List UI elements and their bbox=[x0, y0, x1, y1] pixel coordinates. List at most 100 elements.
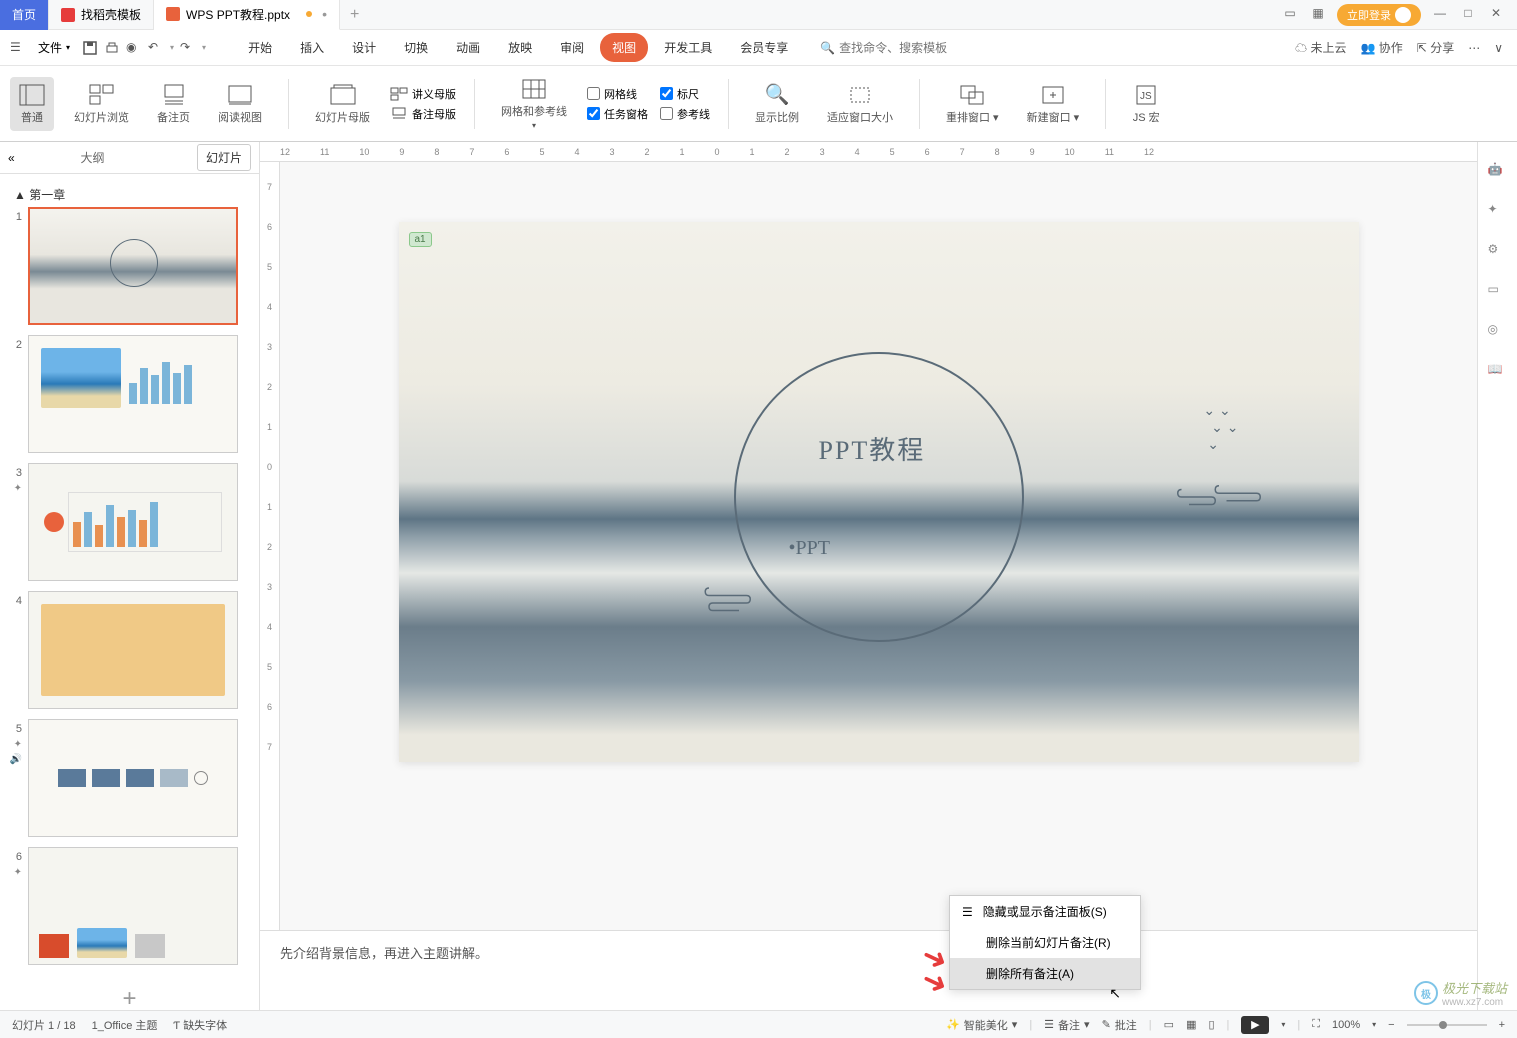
search-area[interactable]: 🔍 bbox=[820, 41, 959, 55]
view-normal-button[interactable]: 普通 bbox=[10, 77, 54, 131]
style-icon[interactable]: ✦ bbox=[1488, 202, 1508, 222]
reading-view-icon[interactable]: ▯ bbox=[1208, 1018, 1214, 1031]
menu-tab-插入[interactable]: 插入 bbox=[288, 33, 336, 62]
panel-icon: ☰ bbox=[962, 905, 973, 919]
cloud-decoration bbox=[1169, 482, 1269, 512]
zoom-button[interactable]: 🔍 显示比例 bbox=[747, 77, 807, 131]
file-menu[interactable]: 文件▾ bbox=[32, 35, 76, 60]
search-input[interactable] bbox=[839, 41, 959, 55]
tab-file[interactable]: WPS PPT教程.pptx • bbox=[154, 0, 340, 30]
sorter-view-icon[interactable]: ▦ bbox=[1186, 1018, 1196, 1031]
zoom-slider[interactable] bbox=[1407, 1024, 1487, 1026]
js-macro-button[interactable]: JS JS 宏 bbox=[1124, 77, 1168, 131]
grid-guides-button[interactable]: 网格和参考线▾ bbox=[493, 71, 575, 136]
slide-master-button[interactable]: 幻灯片母版 bbox=[307, 77, 378, 131]
menu-tab-视图[interactable]: 视图 bbox=[600, 33, 648, 62]
login-button[interactable]: 立即登录 bbox=[1337, 4, 1421, 26]
view-reading-button[interactable]: 阅读视图 bbox=[210, 77, 270, 131]
modified-dot bbox=[306, 11, 312, 17]
print-icon[interactable] bbox=[104, 40, 120, 56]
guides-checkbox[interactable]: 参考线 bbox=[660, 106, 710, 122]
theme-name[interactable]: 1_Office 主题 bbox=[92, 1017, 158, 1033]
slide-thumbnail-1[interactable]: 1 bbox=[8, 207, 251, 325]
ai-icon[interactable]: 🤖 bbox=[1488, 162, 1508, 182]
settings-icon[interactable]: ⚙ bbox=[1488, 242, 1508, 262]
more-icon[interactable]: ⋯ bbox=[1468, 41, 1480, 55]
arrange-windows-button[interactable]: 重排窗口 ▾ bbox=[938, 77, 1007, 131]
slideshow-button[interactable]: ▶ bbox=[1241, 1016, 1269, 1034]
close-window-button[interactable]: ✕ bbox=[1487, 6, 1505, 24]
zoom-out-button[interactable]: − bbox=[1388, 1019, 1394, 1031]
zoom-level[interactable]: 100% bbox=[1332, 1019, 1360, 1031]
slide-counter[interactable]: 幻灯片 1 / 18 bbox=[12, 1017, 76, 1033]
resource-icon[interactable]: ◎ bbox=[1488, 322, 1508, 342]
statusbar: 幻灯片 1 / 18 1_Office 主题 Ƭ 缺失字体 ✨ 智能美化 ▾ |… bbox=[0, 1010, 1517, 1038]
outline-tab[interactable]: 大纲 bbox=[72, 145, 112, 170]
slide-thumbnail-6[interactable]: 6✦ bbox=[8, 847, 251, 965]
tab-home[interactable]: 首页 bbox=[0, 0, 49, 30]
beautify-button[interactable]: ✨ 智能美化 ▾ bbox=[946, 1017, 1017, 1033]
collapse-panel-icon[interactable]: « bbox=[8, 151, 15, 165]
chapter-heading[interactable]: ▲ 第一章 bbox=[8, 182, 251, 207]
menu-tab-动画[interactable]: 动画 bbox=[444, 33, 492, 62]
slide-thumbnail-2[interactable]: 2 bbox=[8, 335, 251, 453]
menu-tab-开发工具[interactable]: 开发工具 bbox=[652, 33, 724, 62]
gridline-checkbox[interactable]: 网格线 bbox=[587, 86, 648, 102]
notes-toggle-button[interactable]: ☰ 备注 ▾ bbox=[1044, 1017, 1089, 1033]
menu-icon[interactable]: ☰ bbox=[10, 40, 26, 56]
expand-icon[interactable]: ∨ bbox=[1494, 41, 1503, 55]
missing-font-button[interactable]: Ƭ 缺失字体 bbox=[173, 1017, 227, 1033]
comments-toggle-button[interactable]: ✎ 批注 bbox=[1102, 1017, 1137, 1033]
add-slide-button[interactable]: + bbox=[8, 975, 251, 1010]
minimize-button[interactable]: — bbox=[1431, 6, 1449, 24]
close-icon[interactable]: • bbox=[322, 6, 327, 22]
undo-icon[interactable]: ↶ bbox=[148, 40, 164, 56]
handout-master-button[interactable]: 讲义母版 bbox=[390, 86, 456, 102]
view-browse-button[interactable]: 幻灯片浏览 bbox=[66, 77, 137, 131]
vertical-ruler: 765432101234567 bbox=[260, 162, 280, 930]
view-notes-button[interactable]: 备注页 bbox=[149, 77, 198, 131]
menu-tab-会员专享[interactable]: 会员专享 bbox=[728, 33, 800, 62]
ruler-checkbox[interactable]: 标尺 bbox=[660, 86, 710, 102]
slide-thumbnail-5[interactable]: 5✦🔊 bbox=[8, 719, 251, 837]
save-icon[interactable] bbox=[82, 40, 98, 56]
menu-tab-放映[interactable]: 放映 bbox=[496, 33, 544, 62]
toggle-notes-panel-item[interactable]: ☰ 隐藏或显示备注面板(S) bbox=[950, 896, 1140, 927]
menu-tab-切换[interactable]: 切换 bbox=[392, 33, 440, 62]
slide-thumbnail-4[interactable]: 4 bbox=[8, 591, 251, 709]
layout-icon[interactable]: ▭ bbox=[1281, 6, 1299, 24]
menu-tab-开始[interactable]: 开始 bbox=[236, 33, 284, 62]
grid-icon[interactable]: ▦ bbox=[1309, 6, 1327, 24]
notes-area[interactable]: 先介绍背景信息，再进入主题讲解。 bbox=[260, 930, 1477, 1010]
fit-window-button[interactable]: 适应窗口大小 bbox=[819, 77, 901, 131]
menubar: ☰ 文件▾ ◉ ↶ ▾ ↷ ▾ 开始插入设计切换动画放映审阅视图开发工具会员专享… bbox=[0, 30, 1517, 66]
slide-panel: « 大纲 幻灯片 ▲ 第一章 1 2 3✦ 4 5✦🔊 bbox=[0, 142, 260, 1010]
redo-icon[interactable]: ↷ bbox=[180, 40, 196, 56]
share-button[interactable]: ⇱ 分享 bbox=[1417, 39, 1454, 56]
new-window-button[interactable]: 新建窗口 ▾ bbox=[1019, 77, 1088, 131]
comment-badge[interactable]: a1 bbox=[409, 232, 432, 247]
notes-context-menu: ☰ 隐藏或显示备注面板(S) 删除当前幻灯片备注(R) 删除所有备注(A) bbox=[949, 895, 1141, 990]
taskpane-checkbox[interactable]: 任务窗格 bbox=[587, 106, 648, 122]
coop-button[interactable]: 👥 协作 bbox=[1361, 39, 1403, 56]
cloud-status[interactable]: ☁ 未上云 bbox=[1295, 39, 1346, 56]
notes-master-button[interactable]: 备注母版 bbox=[390, 106, 456, 122]
menu-tab-设计[interactable]: 设计 bbox=[340, 33, 388, 62]
normal-view-icon[interactable]: ▭ bbox=[1164, 1018, 1174, 1031]
preview-icon[interactable]: ◉ bbox=[126, 40, 142, 56]
add-tab-button[interactable]: + bbox=[340, 6, 369, 24]
slide-stage[interactable]: a1 PPT教程 •PPT ⌄ ⌄ ⌄ ⌄ ⌄ bbox=[399, 222, 1359, 762]
slide-thumbnail-3[interactable]: 3✦ bbox=[8, 463, 251, 581]
slide-title: PPT教程 bbox=[819, 430, 926, 467]
delete-current-note-item[interactable]: 删除当前幻灯片备注(R) bbox=[950, 927, 1140, 958]
fit-icon[interactable]: ⛶ bbox=[1312, 1018, 1320, 1031]
maximize-button[interactable]: □ bbox=[1459, 6, 1477, 24]
template-icon[interactable]: ▭ bbox=[1488, 282, 1508, 302]
book-icon[interactable]: 📖 bbox=[1488, 362, 1508, 382]
menu-tab-审阅[interactable]: 审阅 bbox=[548, 33, 596, 62]
slide-subtitle: •PPT bbox=[789, 537, 830, 560]
tab-template[interactable]: 找稻壳模板 bbox=[49, 0, 154, 30]
slides-tab[interactable]: 幻灯片 bbox=[197, 144, 251, 171]
zoom-in-button[interactable]: + bbox=[1499, 1019, 1505, 1031]
animation-icon: ✦ bbox=[14, 867, 22, 878]
